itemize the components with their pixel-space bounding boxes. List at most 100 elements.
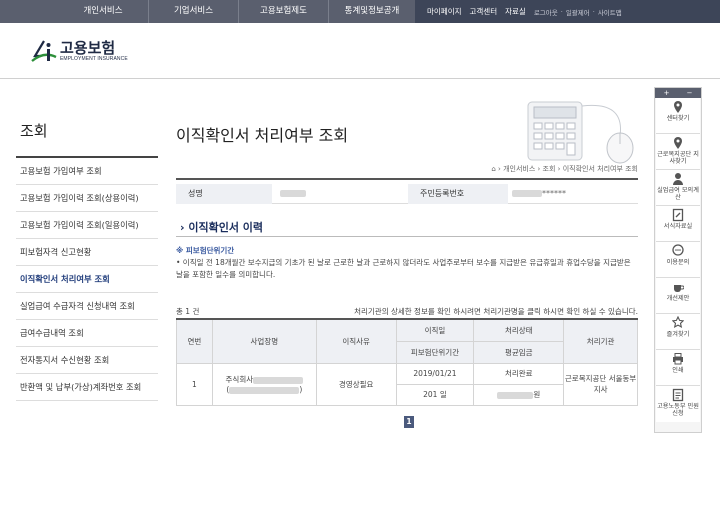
sidebar-item-unemployment-application[interactable]: 실업급여 수급자격 신청내역 조회 bbox=[16, 293, 158, 320]
table-row: 1 주식회사 () 경영상필요 2019/01/21 처리완료 근로복지공단 서… bbox=[176, 362, 638, 406]
sidebar-item-qualification-report[interactable]: 피보험자격 신고현황 bbox=[16, 239, 158, 266]
quick-label: 인쇄 bbox=[672, 367, 684, 374]
company-line: () bbox=[213, 385, 316, 394]
util-mypage[interactable]: 마이페이지 bbox=[427, 6, 462, 17]
rrn-label: 주민등록번호 bbox=[408, 184, 508, 204]
util-customer-center[interactable]: 고객센터 bbox=[470, 6, 498, 17]
breadcrumb-item[interactable]: 조회 bbox=[543, 165, 556, 173]
chat-bubble-icon bbox=[672, 244, 684, 256]
star-icon bbox=[672, 316, 684, 328]
result-count: 총 1 건 bbox=[176, 307, 200, 316]
cell-leave-date: 2019/01/21 bbox=[395, 362, 475, 385]
sidebar-item-history-daily[interactable]: 고용보험 가입이력 조회(일용이력) bbox=[16, 212, 158, 239]
masked-wage bbox=[497, 391, 534, 399]
quick-branch-search[interactable]: 근로복지공단 지사찾기 bbox=[656, 134, 700, 170]
rrn-suffix: ****** bbox=[542, 189, 566, 198]
logo-mark-icon bbox=[31, 40, 57, 62]
cell-no: 1 bbox=[176, 362, 213, 406]
logo-title: 고용보험 bbox=[60, 40, 116, 57]
location-pin-icon bbox=[674, 137, 682, 149]
table-header-row: 연번 사업장명 이직사유 이직일 처리상태 처리기관 bbox=[176, 318, 638, 364]
quick-inquiry[interactable]: 이용문의 bbox=[656, 242, 700, 278]
page-title: 이직확인서 처리여부 조회 bbox=[176, 126, 349, 145]
name-label: 성명 bbox=[176, 184, 272, 204]
cell-company: 주식회사 () bbox=[211, 362, 317, 406]
site-logo[interactable]: 고용보험 EMPLOYMENT INSURANCE bbox=[30, 37, 130, 71]
sidebar-item-benefit-history[interactable]: 급여수급내역 조회 bbox=[16, 320, 158, 347]
quick-label: 이용문의 bbox=[666, 259, 690, 266]
masked-name bbox=[280, 190, 306, 197]
zoom-out-button[interactable]: − bbox=[687, 88, 693, 98]
col-header-reason: 이직사유 bbox=[315, 318, 397, 364]
quick-bookmark[interactable]: 즐겨찾기 bbox=[656, 314, 700, 350]
section-title-text: 이직확인서 이력 bbox=[188, 221, 264, 234]
pagination-current-page[interactable]: 1 bbox=[404, 416, 414, 428]
rrn-value: ****** bbox=[512, 184, 638, 204]
sidebar-item-refund-account[interactable]: 반환액 및 납부(가상)계좌번호 조회 bbox=[16, 374, 158, 401]
menu-personal-service[interactable]: 개인서비스 bbox=[58, 0, 148, 23]
printer-icon bbox=[673, 353, 683, 365]
menu-statistics[interactable]: 통계및정보공개 bbox=[328, 0, 415, 23]
section-divider bbox=[176, 236, 638, 237]
cell-insured-period: 201 일 bbox=[395, 383, 475, 406]
coffee-cup-icon bbox=[674, 285, 684, 292]
table-hint: 처리기관의 상세한 정보를 확인 하시려면 처리기관명을 클릭 하시면 확인 하… bbox=[354, 307, 638, 316]
breadcrumb-item-current: 이직확인서 처리여부 조회 bbox=[562, 165, 638, 173]
col-header-no: 연번 bbox=[176, 318, 213, 364]
site-header: 고용보험 EMPLOYMENT INSURANCE bbox=[0, 23, 720, 79]
name-value bbox=[280, 184, 400, 204]
quick-label: 실업급여 모의계산 bbox=[657, 187, 699, 201]
quick-label: 센터찾기 bbox=[666, 115, 690, 122]
quick-suggestion[interactable]: 개선제안 bbox=[656, 278, 700, 314]
util-separator: · bbox=[592, 7, 595, 16]
zoom-in-button[interactable]: + bbox=[664, 88, 670, 98]
col-header-company: 사업장명 bbox=[211, 318, 317, 364]
masked-rrn bbox=[512, 190, 542, 197]
utility-menu: 마이페이지 고객센터 자료실 로그아웃 · 일괄제어 · 사이트맵 bbox=[415, 0, 720, 23]
sidebar-item-e-notice[interactable]: 전자통지서 수신현황 조회 bbox=[16, 347, 158, 374]
breadcrumb: ⌂ › 개인서비스 › 조회 › 이직확인서 처리여부 조회 bbox=[470, 164, 638, 174]
util-separator: · bbox=[560, 7, 563, 16]
cell-avg-wage: 원 bbox=[473, 383, 565, 406]
quick-label: 개선제안 bbox=[666, 295, 690, 302]
leave-history-table: 연번 사업장명 이직사유 이직일 처리상태 처리기관 피보험단위기간 평균임금 … bbox=[176, 318, 638, 406]
col-header-leave-date: 이직일 bbox=[395, 318, 475, 342]
breadcrumb-item[interactable]: 개인서비스 bbox=[503, 165, 535, 173]
home-icon[interactable]: ⌂ bbox=[491, 165, 495, 173]
menu-business-service[interactable]: 기업서비스 bbox=[148, 0, 238, 23]
person-icon bbox=[673, 173, 683, 185]
main-menu: 개인서비스 기업서비스 고용보험제도 통계및정보공개 bbox=[58, 0, 415, 23]
util-archive[interactable]: 자료실 bbox=[505, 6, 526, 17]
form-icon bbox=[672, 388, 684, 402]
sidebar-item-join-check[interactable]: 고용보험 가입여부 조회 bbox=[16, 158, 158, 185]
cell-agency-link[interactable]: 근로복지공단 서울동부지사 bbox=[563, 362, 638, 406]
sidebar-item-leave-confirmation[interactable]: 이직확인서 처리여부 조회 bbox=[16, 266, 158, 293]
quick-benefit-calculator[interactable]: 실업급여 모의계산 bbox=[656, 170, 700, 206]
cell-status: 처리완료 bbox=[473, 362, 565, 385]
quick-label: 근로복지공단 지사찾기 bbox=[657, 151, 699, 165]
quick-moel-petition[interactable]: 고용노동부 민원신청 bbox=[656, 386, 700, 422]
col-header-status: 처리상태 bbox=[473, 318, 565, 342]
location-pin-icon bbox=[674, 101, 682, 113]
sidebar-item-history-regular[interactable]: 고용보험 가입이력 조회(상용이력) bbox=[16, 185, 158, 212]
user-info-row: 성명 주민등록번호 ****** bbox=[176, 184, 638, 204]
quick-print[interactable]: 인쇄 bbox=[656, 350, 700, 386]
document-edit-icon bbox=[672, 208, 684, 222]
paren-close: ) bbox=[299, 385, 303, 394]
quick-center-search[interactable]: 센터찾기 bbox=[656, 98, 700, 134]
menu-insurance-system[interactable]: 고용보험제도 bbox=[238, 0, 328, 23]
masked-company-detail bbox=[229, 386, 300, 394]
util-sitemap[interactable]: 사이트맵 bbox=[598, 7, 622, 17]
section-title: › 이직확인서 이력 bbox=[180, 219, 263, 235]
quick-forms[interactable]: 서식자료실 bbox=[656, 206, 700, 242]
top-navigation: 개인서비스 기업서비스 고용보험제도 통계및정보공개 마이페이지 고객센터 자료… bbox=[0, 0, 720, 23]
title-divider bbox=[176, 178, 638, 180]
util-logout[interactable]: 로그아웃 bbox=[534, 7, 558, 17]
sidebar-menu: 고용보험 가입여부 조회 고용보험 가입이력 조회(상용이력) 고용보험 가입이… bbox=[16, 156, 158, 401]
col-header-avg-wage: 평균임금 bbox=[473, 340, 565, 364]
company-line: 주식회사 bbox=[213, 374, 316, 385]
cell-reason: 경영상필요 bbox=[315, 362, 397, 406]
col-header-insured-period: 피보험단위기간 bbox=[395, 340, 475, 364]
util-bulk-control[interactable]: 일괄제어 bbox=[566, 7, 590, 17]
sidebar-title: 조회 bbox=[20, 122, 48, 140]
